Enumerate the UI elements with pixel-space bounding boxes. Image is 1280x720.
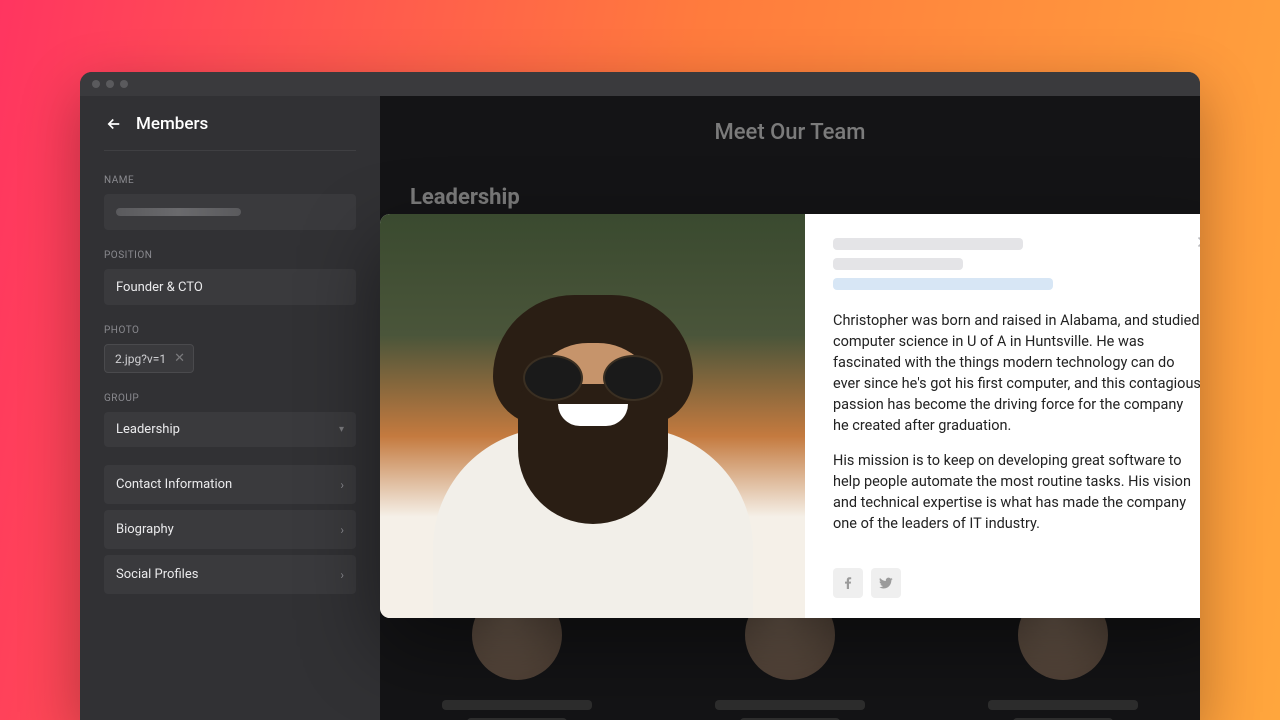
twitter-link[interactable] (871, 568, 901, 598)
arrow-left-icon (105, 115, 123, 133)
bio-paragraph: His mission is to keep on developing gre… (833, 450, 1200, 534)
field-label-name: NAME (104, 175, 356, 186)
sidebar-title: Members (136, 114, 208, 134)
position-input[interactable]: Founder & CTO (104, 269, 356, 305)
member-detail-body: Christopher was born and raised in Alaba… (805, 214, 1200, 618)
window-dot[interactable] (92, 80, 100, 88)
name-input-skeleton (116, 208, 241, 216)
sidebar-header: Members (104, 114, 356, 151)
card-name-skeleton (715, 700, 865, 710)
row-label: Social Profiles (116, 567, 198, 582)
row-label: Contact Information (116, 477, 232, 492)
sidebar: Members NAME POSITION Founder & CTO PHOT… (80, 96, 380, 720)
member-name-skeleton (833, 238, 1023, 250)
twitter-icon (878, 575, 894, 591)
group-select[interactable]: Leadership ▾ (104, 412, 356, 447)
card-name-skeleton (442, 700, 592, 710)
window-titlebar (80, 72, 1200, 96)
caret-down-icon: ▾ (339, 424, 344, 435)
chevron-right-icon: › (340, 568, 344, 582)
row-label: Biography (116, 522, 174, 537)
social-links (833, 568, 1200, 598)
member-detail-modal: Christopher was born and raised in Alaba… (380, 214, 1200, 618)
row-social-profiles[interactable]: Social Profiles › (104, 555, 356, 594)
photo-chip-remove[interactable]: ✕ (174, 351, 185, 366)
bio-paragraph: Christopher was born and raised in Alaba… (833, 310, 1200, 436)
page-title: Meet Our Team (410, 120, 1170, 145)
field-label-photo: PHOTO (104, 325, 356, 336)
section-title: Leadership (410, 185, 1170, 210)
photo-chip-label: 2.jpg?v=1 (115, 352, 166, 366)
row-contact-information[interactable]: Contact Information › (104, 465, 356, 504)
card-name-skeleton (988, 700, 1138, 710)
field-label-group: GROUP (104, 393, 356, 404)
facebook-link[interactable] (833, 568, 863, 598)
app-window: Members NAME POSITION Founder & CTO PHOT… (80, 72, 1200, 720)
member-role-skeleton (833, 258, 963, 270)
close-icon (1194, 233, 1200, 251)
member-photo (380, 214, 805, 618)
name-input[interactable] (104, 194, 356, 230)
close-button[interactable] (1194, 230, 1200, 259)
chevron-right-icon: › (340, 523, 344, 537)
field-label-position: POSITION (104, 250, 356, 261)
member-bio: Christopher was born and raised in Alaba… (833, 310, 1200, 548)
facebook-icon (840, 575, 856, 591)
back-button[interactable] (104, 114, 124, 134)
member-contact-skeleton (833, 278, 1053, 290)
photo-chip[interactable]: 2.jpg?v=1 ✕ (104, 344, 194, 373)
group-select-value: Leadership (116, 422, 180, 437)
chevron-right-icon: › (340, 478, 344, 492)
position-input-value: Founder & CTO (116, 280, 203, 295)
row-biography[interactable]: Biography › (104, 510, 356, 549)
window-dot[interactable] (120, 80, 128, 88)
window-dot[interactable] (106, 80, 114, 88)
